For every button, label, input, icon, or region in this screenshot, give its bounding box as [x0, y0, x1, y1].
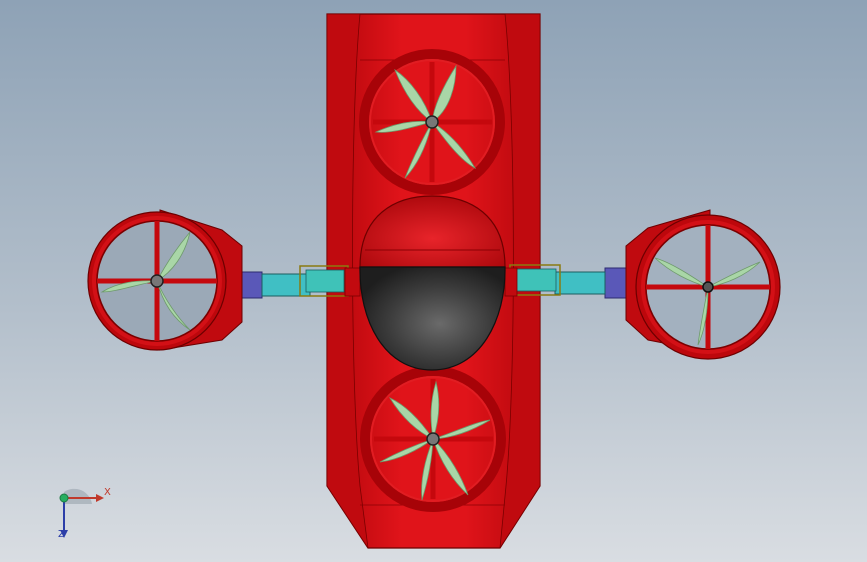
left-ducted-fan[interactable]	[87, 209, 243, 351]
x-axis-arrowhead	[96, 494, 104, 502]
right-motor-mount	[604, 267, 628, 299]
right-fan-hub	[702, 281, 714, 293]
z-axis-label: Z	[58, 529, 65, 540]
left-arm-tube	[261, 273, 311, 297]
left-fan-hub	[150, 274, 164, 288]
triad-axes	[59, 488, 104, 538]
bottom-fan-hub	[426, 432, 440, 446]
cockpit-dome[interactable]	[359, 195, 506, 371]
bottom-ducted-fan[interactable]	[360, 366, 506, 512]
right-arm-tube	[554, 271, 606, 295]
orientation-triad[interactable]: X Z	[44, 478, 124, 548]
left-motor-mount	[239, 271, 263, 299]
right-ducted-fan[interactable]	[625, 209, 781, 360]
y-axis-dot	[59, 493, 69, 503]
drone-model[interactable]	[0, 0, 867, 562]
cad-graphics-viewport[interactable]: X Z	[0, 0, 867, 562]
top-fan-hub	[425, 115, 439, 129]
top-ducted-fan[interactable]	[359, 49, 505, 195]
x-axis-label: X	[104, 487, 111, 498]
